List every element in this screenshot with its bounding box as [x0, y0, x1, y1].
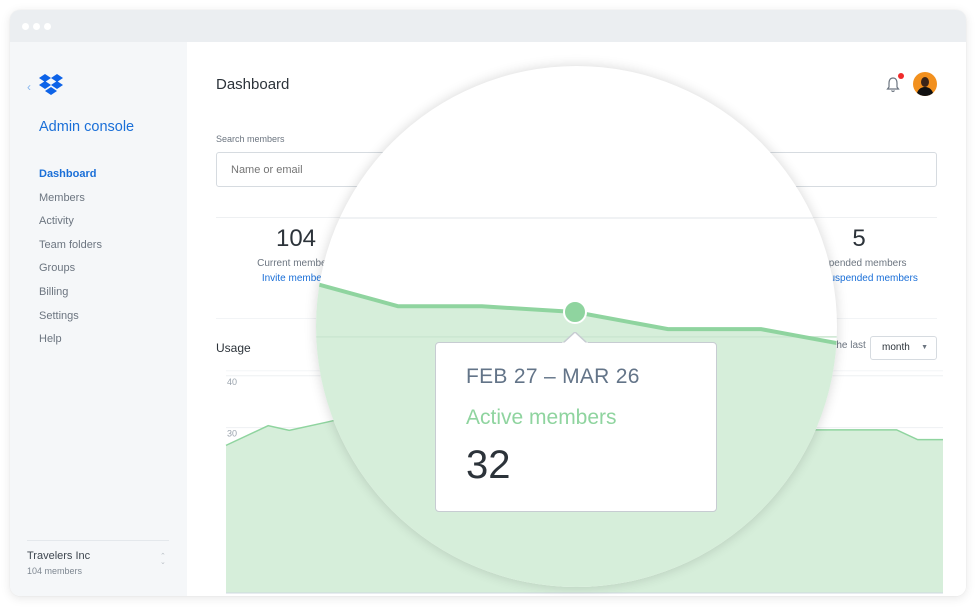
- tooltip-series-name: Active members: [466, 406, 617, 429]
- sidebar-item-activity[interactable]: Activity: [39, 214, 102, 238]
- caret-down-icon: ▼: [921, 344, 928, 351]
- sidebar-item-help[interactable]: Help: [39, 332, 102, 356]
- sidebar-item-groups[interactable]: Groups: [39, 261, 102, 285]
- main-content: 10203040 Dashboard Search members 104 Cu…: [187, 42, 966, 596]
- org-name[interactable]: Travelers Inc: [27, 550, 90, 562]
- divider: [27, 540, 169, 541]
- window-dot-icon[interactable]: [44, 23, 51, 30]
- chevron-up-down-icon[interactable]: ⌃ ⌄: [160, 553, 166, 566]
- notification-badge: [898, 73, 904, 79]
- y-tick-label: 40: [227, 377, 237, 387]
- chart-tooltip: FEB 27 – MAR 26 Active members 32: [435, 332, 717, 512]
- tooltip-pointer: [562, 332, 588, 344]
- y-tick-label: 30: [227, 429, 237, 439]
- admin-console-title[interactable]: Admin console: [39, 119, 134, 135]
- sidebar: ‹ Admin console Dashboard Members Activi…: [10, 42, 187, 596]
- usage-title: Usage: [216, 341, 251, 355]
- period-selected: month: [882, 342, 910, 353]
- sidebar-item-billing[interactable]: Billing: [39, 285, 102, 309]
- sidebar-item-members[interactable]: Members: [39, 191, 102, 215]
- chevron-left-icon[interactable]: ‹: [27, 80, 31, 94]
- dropbox-logo-icon[interactable]: [38, 73, 64, 97]
- window-dot-icon[interactable]: [33, 23, 40, 30]
- tooltip-value: 32: [466, 443, 511, 487]
- app-window: ‹ Admin console Dashboard Members Activi…: [10, 10, 966, 596]
- search-label: Search members: [216, 134, 285, 144]
- sidebar-nav: Dashboard Members Activity Team folders …: [39, 167, 102, 356]
- org-member-count: 104 members: [27, 566, 83, 576]
- sidebar-item-team-folders[interactable]: Team folders: [39, 238, 102, 262]
- tooltip-date-range: FEB 27 – MAR 26: [466, 365, 640, 388]
- bell-icon[interactable]: [885, 76, 901, 94]
- user-avatar[interactable]: [913, 72, 937, 96]
- period-dropdown[interactable]: month ▼: [870, 336, 937, 360]
- title-bar: [10, 10, 966, 42]
- highlighted-data-point[interactable]: [563, 300, 587, 324]
- window-dot-icon[interactable]: [22, 23, 29, 30]
- page-title: Dashboard: [216, 76, 290, 93]
- sidebar-item-settings[interactable]: Settings: [39, 309, 102, 333]
- sidebar-item-dashboard[interactable]: Dashboard: [39, 167, 102, 191]
